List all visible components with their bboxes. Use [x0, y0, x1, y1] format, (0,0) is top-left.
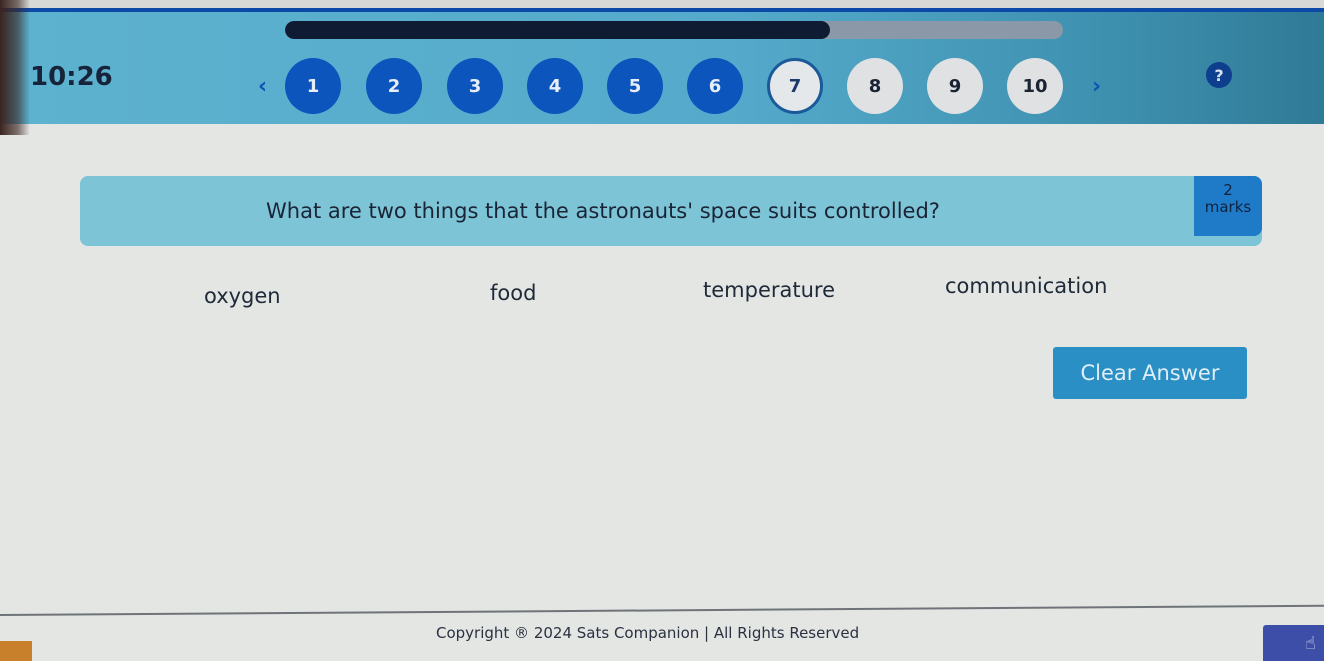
- answer-option-communication[interactable]: communication: [945, 274, 1107, 298]
- question-nav-6[interactable]: 6: [687, 58, 743, 114]
- footer-divider: [0, 604, 1324, 616]
- question-nav-8[interactable]: 8: [847, 58, 903, 114]
- answer-option-food[interactable]: food: [490, 281, 536, 305]
- question-nav-7[interactable]: 7: [767, 58, 823, 114]
- prev-question-arrow-icon[interactable]: ‹: [258, 74, 267, 99]
- next-question-arrow-icon[interactable]: ›: [1092, 74, 1101, 99]
- quiz-header: 10:26 ‹ 1 2 3 4 5 6 7 8 9 10 › ?: [0, 8, 1324, 124]
- clear-answer-button[interactable]: Clear Answer: [1053, 347, 1247, 399]
- question-panel: What are two things that the astronauts'…: [80, 176, 1262, 246]
- finger-shadow: [0, 0, 30, 135]
- help-icon[interactable]: ?: [1206, 62, 1232, 88]
- question-nav-4[interactable]: 4: [527, 58, 583, 114]
- browser-top-strip: [0, 0, 1324, 8]
- question-nav-1[interactable]: 1: [285, 58, 341, 114]
- question-nav-3[interactable]: 3: [447, 58, 503, 114]
- progress-bar-fill: [285, 21, 830, 39]
- timer: 10:26: [30, 62, 113, 92]
- marks-label: marks: [1204, 198, 1252, 216]
- question-nav-9[interactable]: 9: [927, 58, 983, 114]
- question-nav-2[interactable]: 2: [366, 58, 422, 114]
- question-nav-10[interactable]: 10: [1007, 58, 1063, 114]
- answer-option-temperature[interactable]: temperature: [703, 278, 835, 302]
- hand-cursor-icon: ☝: [1305, 632, 1316, 654]
- question-nav-5[interactable]: 5: [607, 58, 663, 114]
- marks-value: 2: [1223, 181, 1233, 199]
- marks-badge: 2 marks: [1194, 176, 1262, 236]
- progress-bar: [285, 21, 1063, 39]
- footer-copyright: Copyright ® 2024 Sats Companion | All Ri…: [436, 624, 860, 642]
- answer-option-oxygen[interactable]: oxygen: [204, 284, 281, 308]
- question-text: What are two things that the astronauts'…: [266, 199, 940, 223]
- orange-corner-button[interactable]: [0, 641, 32, 661]
- bottom-right-button[interactable]: ☝: [1263, 625, 1324, 661]
